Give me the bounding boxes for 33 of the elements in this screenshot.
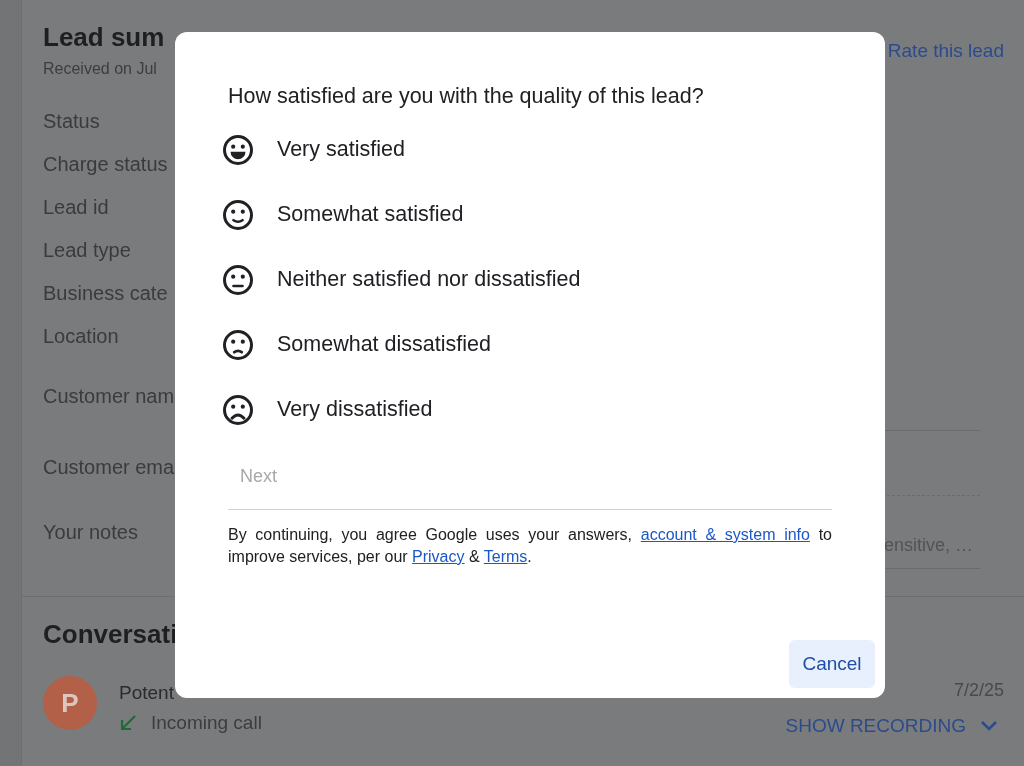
cancel-button[interactable]: Cancel [789,640,875,688]
consent-link[interactable]: Privacy [412,548,465,565]
field-label: Lead id [43,196,109,219]
received-date: Received on Jul [43,60,158,78]
rating-option[interactable]: Neither satisfied nor dissatisfied [223,247,827,312]
field-label: Lead type [43,239,131,262]
sad-face-icon [223,329,253,360]
incoming-arrow-icon [119,714,137,732]
avatar: P [43,676,97,730]
field-label: Charge status [43,153,168,176]
field-label: Status [43,110,100,133]
field-label: Customer ema [43,456,175,479]
contact-name: Potent [119,682,175,704]
rating-option[interactable]: Very dissatisfied [223,377,827,442]
consent-link[interactable]: account & system info [640,526,810,543]
smiley-face-icon [223,134,253,165]
neutral-face-icon [223,264,253,295]
rating-option[interactable]: Somewhat dissatisfied [223,312,827,377]
field-label: Business cate [43,282,168,305]
chevron-down-icon [980,720,998,732]
dialog-question: How satisfied are you with the quality of this lead? [228,84,705,109]
section-title: Lead sum [43,22,165,53]
rating-option[interactable]: Very satisfied [223,117,827,182]
call-type: Incoming call [151,712,262,734]
field-label: Your notes [43,521,138,544]
field-label: Location [43,325,119,348]
rating-option[interactable]: Somewhat satisfied [223,182,827,247]
section-title: Conversati [43,619,179,650]
smiley-face-icon [223,199,253,230]
sad-face-icon [223,394,253,425]
field-label: Customer nam [43,385,175,408]
consent-link[interactable]: Terms [483,548,528,565]
consent-text: By continuing, you agree Google uses your answers, account & system info to improve services, per our Privacy & Terms. [228,525,832,567]
